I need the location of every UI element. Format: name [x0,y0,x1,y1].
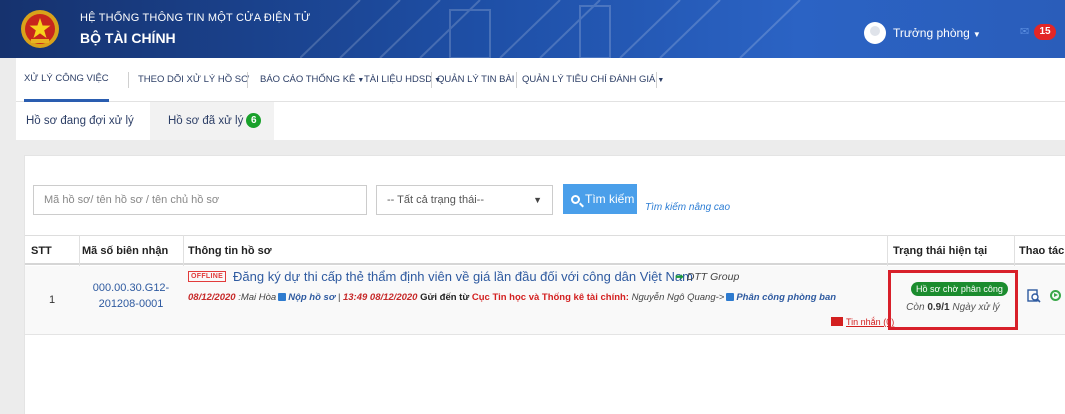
menu-bao-cao-thong-ke[interactable]: BÁO CÁO THỐNG KÊ ▼ [260,58,364,102]
record-group: ➡ DTT Group [675,271,739,283]
menu-label: THEO DÕI XỬ LÝ HỒ SƠ [138,74,250,85]
process-icon[interactable] [1050,290,1061,301]
status-badge: Hồ sơ chờ phân công [911,282,1008,296]
tab-pending[interactable]: Hồ sơ đang đợi xử lý [26,102,134,140]
main-menu: XỬ LÝ CÔNG VIỆC THEO DÕI XỬ LÝ HỒ SƠ BÁO… [16,58,1065,102]
row-stt: 1 [48,294,56,306]
national-emblem-icon [21,10,59,48]
col-info: Thông tin hồ sơ [188,245,272,257]
menu-label: QUẢN LÝ TIN BÀI [437,74,515,85]
caret-down-icon: ▼ [657,77,665,84]
status-highlight-box: Hồ sơ chờ phân công Còn 0.9/1 Ngày xử lý [888,270,1018,330]
group-name: DTT Group [686,271,740,283]
menu-xu-ly-cong-viec[interactable]: XỬ LÝ CÔNG VIỆC [24,58,109,102]
menu-divider [128,72,129,88]
code-line-1: 000.00.30.G12- [92,282,170,294]
arrow-right-icon: ➡ [675,271,684,283]
search-icon [571,195,580,204]
sender-department: Cục Tin học và Thống kê tài chính: [471,292,629,303]
table-row[interactable]: 1 000.00.30.G12- 201208-0001 OFFLINE Đăn… [25,266,1065,335]
content-panel: -- Tất cả trạng thái-- ▼ Tìm kiếm Tìm ki… [24,155,1065,414]
tab-processed[interactable]: Hồ sơ đã xử lý 6 [150,102,274,140]
record-history-line: 08/12/2020 :Mai Hòa Nộp hồ sơ | 13:49 08/… [188,292,837,303]
top-header: HỆ THỐNG THÔNG TIN MỘT CỬA ĐIỆN TỬ BỘ TÀ… [0,0,1065,58]
messages-link[interactable]: Tin nhắn (0) [831,317,894,327]
menu-divider [431,72,432,88]
col-stt: STT [31,245,52,257]
record-title-link[interactable]: Đăng ký dự thi cấp thẻ thẩm định viên về… [233,269,693,284]
search-button[interactable]: Tìm kiếm [563,184,637,214]
days-prefix: Còn [906,302,925,313]
step-icon [726,293,735,301]
sub-tabs: Hồ sơ đang đợi xử lý Hồ sơ đã xử lý 6 [16,102,1065,140]
menu-theo-doi-xu-ly-ho-so[interactable]: THEO DÕI XỬ LÝ HỒ SƠ [138,58,249,102]
menu-label: TÀI LIỆU HDSD [364,74,433,85]
menu-quan-ly-tieu-chi-danh-gia[interactable]: QUẢN LÝ TIÊU CHÍ ĐÁNH GIÁ ▼ [522,58,664,102]
notification-badge[interactable]: 15 [1034,24,1056,40]
tab-label: Hồ sơ đã xử lý [168,115,244,127]
offline-tag: OFFLINE [188,271,227,282]
submit-action: Nộp hồ sơ [288,292,336,303]
sent-from-label: Gửi đến từ [420,292,470,303]
advanced-search-link[interactable]: Tìm kiếm nâng cao [645,202,730,213]
chevron-down-icon: ▼ [533,195,542,205]
menu-label: QUẢN LÝ TIÊU CHÍ ĐÁNH GIÁ [522,74,656,85]
code-line-2: 201208-0001 [98,298,164,310]
ministry-title: BỘ TÀI CHÍNH [80,30,176,46]
col-actions: Thao tác [1019,245,1065,257]
menu-label: XỬ LÝ CÔNG VIỆC [24,73,109,84]
message-icon [831,317,843,326]
handler-name: Nguyễn Ngô Quang-> [631,292,725,303]
menu-quan-ly-tin-bai[interactable]: QUẢN LÝ TIN BÀI [437,58,514,102]
processed-count-badge: 6 [246,113,262,128]
bell-icon[interactable]: ✉ [1020,25,1029,38]
status-filter-select[interactable]: -- Tất cả trạng thái-- ▼ [376,185,553,215]
menu-tai-lieu-hdsd[interactable]: TÀI LIỆU HDSD ▼ [364,58,441,102]
menu-divider [656,72,657,88]
days-value: 0.9/1 [927,302,950,313]
system-subtitle: HỆ THỐNG THÔNG TIN MỘT CỬA ĐIỆN TỬ [80,12,311,24]
remaining-days: Còn 0.9/1 Ngày xử lý [891,302,1015,313]
menu-divider [247,72,248,88]
submitter: :Mai Hòa [238,292,277,303]
sent-time: 13:49 08/12/2020 [342,292,418,303]
step-icon [278,293,287,301]
col-code: Mã số biên nhận [82,245,169,257]
user-avatar[interactable] [864,22,886,44]
submit-date: 08/12/2020 [188,292,236,303]
days-suffix: Ngày xử lý [952,302,1000,313]
caret-down-icon: ▼ [972,30,981,39]
col-status: Trạng thái hiện tại [893,245,988,257]
search-input[interactable] [33,185,367,215]
messages-label: Tin nhắn (0) [846,317,895,327]
table-header: STT Mã số biên nhận Thông tin hồ sơ Trạn… [25,235,1065,265]
row-code[interactable]: 000.00.30.G12- 201208-0001 [81,280,181,312]
menu-label: BÁO CÁO THỐNG KÊ [260,74,356,85]
view-detail-icon[interactable] [1027,289,1041,303]
user-menu[interactable]: Trưởng phòng ▼ [893,26,981,40]
header-background-pattern [300,0,801,58]
menu-divider [516,72,517,88]
user-name: Trưởng phòng [893,26,970,40]
tab-label: Hồ sơ đang đợi xử lý [26,115,134,127]
status-filter-value: -- Tất cả trạng thái-- [387,194,484,206]
search-button-label: Tìm kiếm [585,192,635,206]
assign-action: Phân công phòng ban [736,292,837,303]
